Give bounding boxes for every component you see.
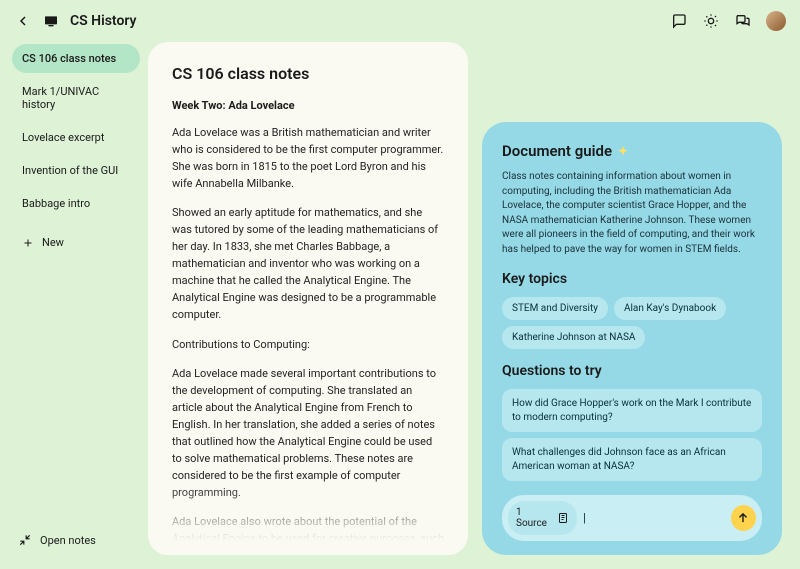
open-notes-button[interactable]: Open notes — [12, 525, 140, 555]
chat-icon[interactable] — [734, 12, 752, 30]
questions-heading: Questions to try — [502, 363, 762, 379]
guide-description: Class notes containing information about… — [502, 170, 762, 257]
guide-title: Document guide ✦ — [502, 142, 762, 160]
document-card: CS 106 class notes Week Two: Ada Lovelac… — [148, 42, 468, 555]
document-body: Ada Lovelace was a British mathematician… — [172, 124, 444, 555]
document-paragraph: Contributions to Computing: — [172, 336, 444, 353]
question-list: How did Grace Hopper's work on the Mark … — [502, 389, 762, 481]
topic-chip[interactable]: Katherine Johnson at NASA — [502, 326, 645, 349]
topic-chips: STEM and Diversity Alan Kay's Dynabook K… — [502, 297, 762, 349]
document-paragraph: Ada Lovelace made several important cont… — [172, 365, 444, 501]
avatar[interactable] — [766, 11, 786, 31]
topic-chip[interactable]: STEM and Diversity — [502, 297, 608, 320]
key-topics-heading: Key topics — [502, 271, 762, 287]
sidebar-item-mark1[interactable]: Mark 1/UNIVAC history — [12, 77, 140, 119]
document-subtitle: Week Two: Ada Lovelace — [172, 99, 444, 112]
sidebar: CS 106 class notes Mark 1/UNIVAC history… — [0, 42, 148, 555]
guide-title-text: Document guide — [502, 142, 612, 160]
new-label: New — [42, 236, 64, 249]
guide-input[interactable] — [583, 512, 725, 524]
document-title: CS 106 class notes — [172, 64, 444, 83]
comment-icon[interactable] — [670, 12, 688, 30]
source-label: 1 Source — [516, 507, 553, 529]
question-item[interactable]: How did Grace Hopper's work on the Mark … — [502, 389, 762, 432]
app-icon — [42, 12, 60, 30]
expand-icon — [18, 533, 32, 547]
back-button[interactable] — [14, 12, 32, 30]
guide-card: Document guide ✦ Class notes containing … — [482, 122, 782, 555]
topbar: CS History — [0, 0, 800, 42]
document-paragraph: Ada Lovelace was a British mathematician… — [172, 124, 444, 192]
plus-icon — [22, 237, 34, 249]
question-item[interactable]: What challenges did Johnson face as an A… — [502, 438, 762, 481]
new-button[interactable]: New — [12, 228, 140, 257]
topic-chip[interactable]: Alan Kay's Dynabook — [614, 297, 726, 320]
send-button[interactable] — [731, 505, 756, 531]
sidebar-item-gui[interactable]: Invention of the GUI — [12, 156, 140, 185]
page-title: CS History — [70, 13, 137, 29]
sidebar-item-lovelace[interactable]: Lovelace excerpt — [12, 123, 140, 152]
document-paragraph: Ada Lovelace also wrote about the potent… — [172, 513, 444, 555]
sparkle-icon: ✦ — [618, 144, 628, 158]
open-notes-label: Open notes — [40, 534, 96, 547]
source-chip[interactable]: 1 Source — [508, 501, 577, 535]
sidebar-item-babbage[interactable]: Babbage intro — [12, 189, 140, 218]
document-paragraph: Showed an early aptitude for mathematics… — [172, 204, 444, 323]
bug-icon[interactable] — [702, 12, 720, 30]
sidebar-item-cs106[interactable]: CS 106 class notes — [12, 44, 140, 73]
note-icon — [557, 512, 569, 524]
guide-input-row: 1 Source — [502, 495, 762, 541]
